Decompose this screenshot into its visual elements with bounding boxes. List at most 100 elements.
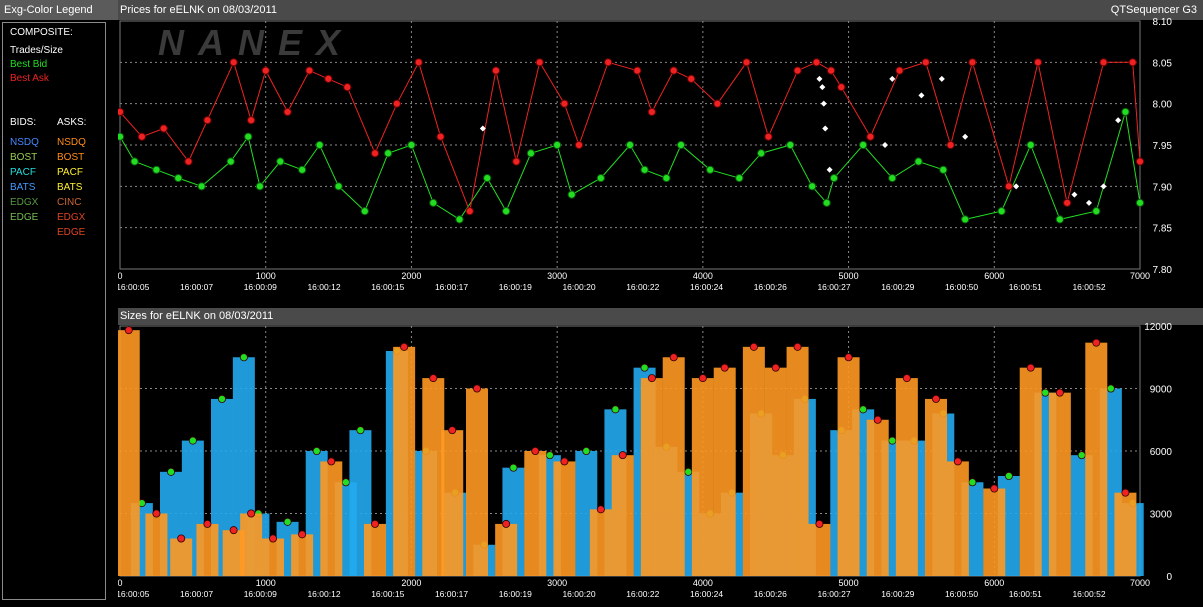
ask-point xyxy=(229,58,238,67)
size-marker xyxy=(953,457,962,466)
ask-point xyxy=(118,107,125,117)
bid-point xyxy=(625,140,635,150)
time-label: 16:00:52 xyxy=(1072,589,1105,599)
size-marker xyxy=(698,374,707,383)
legend-ask-item: CINC xyxy=(57,197,82,208)
ask-point xyxy=(436,132,445,141)
x-tick-label: 6000 xyxy=(984,578,1004,588)
watermark: NANEX xyxy=(158,22,354,63)
size-bar xyxy=(291,534,314,576)
bid-point xyxy=(1092,207,1101,216)
size-bar xyxy=(393,346,416,576)
size-marker xyxy=(312,446,321,455)
size-marker xyxy=(502,519,511,528)
size-marker xyxy=(582,446,591,455)
bid-point xyxy=(118,132,125,141)
bid-point xyxy=(808,182,817,191)
bid-point xyxy=(483,173,492,183)
size-bar xyxy=(837,357,860,576)
chart-canvas: 0 1000 2000 3000 4000 5000 6000 7000 8.10 8.05 8.0… xyxy=(118,17,1173,599)
ask-point xyxy=(687,74,696,83)
size-bar xyxy=(866,419,889,576)
time-label: 16:00:26 xyxy=(754,282,787,292)
size-marker xyxy=(298,530,307,539)
bid-point xyxy=(1121,107,1130,117)
x-tick-label: 2000 xyxy=(401,578,421,588)
time-label: 16:00:51 xyxy=(1009,589,1042,599)
size-marker xyxy=(873,415,882,424)
size-marker xyxy=(188,436,197,445)
bid-point xyxy=(334,182,343,191)
x-tick-label: 7000 xyxy=(1130,578,1150,588)
ask-point xyxy=(713,99,722,108)
ask-point xyxy=(305,66,314,75)
legend-bid-item: PACF xyxy=(10,167,36,178)
ask-point xyxy=(1128,58,1137,67)
size-bar xyxy=(145,513,168,576)
size-marker xyxy=(229,526,238,535)
ask-point xyxy=(1063,198,1072,207)
ask-point xyxy=(343,83,352,92)
ask-point xyxy=(604,58,613,67)
ask-point xyxy=(512,157,521,166)
ask-point xyxy=(261,66,270,75)
legend-title: Exg-Color Legend xyxy=(0,0,118,20)
legend-ask-item: PACF xyxy=(57,167,83,178)
time-label: 16:00:05 xyxy=(118,282,150,292)
size-marker xyxy=(968,478,977,487)
size-marker xyxy=(327,457,336,466)
size-bar xyxy=(662,357,685,576)
x-tick-label: 0 xyxy=(118,578,123,588)
y-tick-label: 0 xyxy=(1166,572,1172,583)
legend-asks-header: ASKS: xyxy=(57,117,87,128)
bid-point xyxy=(407,140,416,150)
bid-point xyxy=(859,140,868,150)
legend-bid-item: EDGX xyxy=(10,197,39,208)
size-bar xyxy=(589,509,612,576)
bid-point xyxy=(757,149,766,158)
bid-point xyxy=(429,198,438,207)
bid-point xyxy=(662,173,671,183)
size-marker xyxy=(618,451,627,460)
size-marker xyxy=(1026,363,1035,372)
size-bar xyxy=(553,461,576,576)
y-tick-label: 7.80 xyxy=(1153,265,1173,276)
time-label: 16:00:50 xyxy=(945,282,978,292)
legend-ask-item: BATS xyxy=(57,182,83,193)
legend-bid-item: BOST xyxy=(10,152,38,163)
x-tick-label: 1000 xyxy=(256,578,276,588)
x-tick-label: 5000 xyxy=(839,578,859,588)
time-label: 16:00:24 xyxy=(690,589,723,599)
time-label: 16:00:07 xyxy=(180,589,213,599)
size-bar xyxy=(196,523,219,576)
bid-point xyxy=(676,140,686,150)
size-bar xyxy=(1019,367,1042,576)
time-label: 16:00:29 xyxy=(881,589,914,599)
bid-point xyxy=(914,157,923,166)
size-marker xyxy=(560,457,569,466)
ask-point xyxy=(159,124,168,133)
size-marker xyxy=(844,353,853,362)
size-marker xyxy=(720,363,729,372)
size-marker xyxy=(472,384,481,393)
size-marker xyxy=(218,394,227,403)
legend-composite-ask: Best Ask xyxy=(10,73,49,84)
bid-point xyxy=(360,207,369,216)
ask-point xyxy=(764,132,773,141)
size-marker xyxy=(177,534,186,543)
size-bar xyxy=(170,538,193,576)
bid-point xyxy=(567,190,576,199)
size-bar xyxy=(946,461,969,576)
size-bar xyxy=(441,430,464,576)
ask-point xyxy=(826,66,836,75)
y-tick-label: 7.85 xyxy=(1153,224,1173,235)
bid-point xyxy=(822,198,831,207)
size-bar xyxy=(320,461,343,576)
bid-point xyxy=(502,207,511,216)
size-marker xyxy=(370,519,379,528)
time-label: 16:00:12 xyxy=(307,589,340,599)
ask-point xyxy=(465,207,474,216)
time-label: 16:00:24 xyxy=(690,282,723,292)
bid-point xyxy=(130,157,139,166)
size-bar xyxy=(808,523,831,576)
